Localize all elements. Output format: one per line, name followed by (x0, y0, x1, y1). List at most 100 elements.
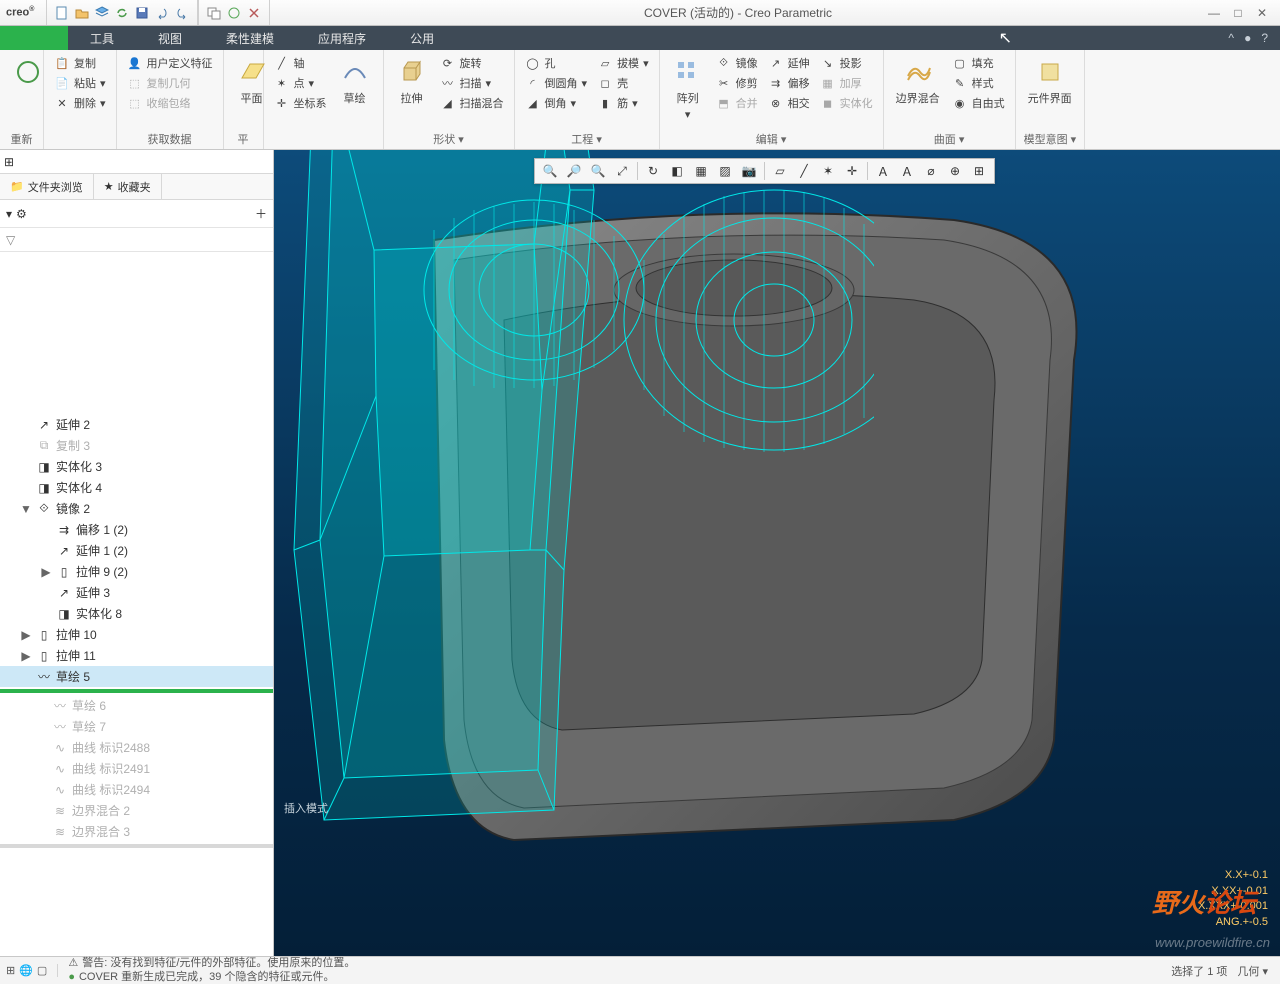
thicken-button[interactable]: ▦加厚 (818, 74, 875, 92)
tree-icon[interactable]: ⊞ (4, 155, 14, 169)
annot2-icon[interactable]: Ａ (896, 160, 918, 182)
component-button[interactable]: 元件界面 (1024, 54, 1076, 129)
tree-item[interactable]: ◨实体化 4 (0, 477, 273, 498)
revolve-button[interactable]: ⟳旋转 (438, 54, 506, 72)
tree-add-icon[interactable]: ＋ (255, 205, 267, 222)
tree-item[interactable]: ▶▯拉伸 11 (0, 645, 273, 666)
paste-button[interactable]: 📄粘贴 ▾ (52, 74, 108, 92)
offset-button[interactable]: ⇉偏移 (766, 74, 812, 92)
regen-icon[interactable] (113, 4, 131, 22)
extend-button[interactable]: ↗延伸 (766, 54, 812, 72)
tree-item[interactable]: ∿曲线 标识2491 (0, 758, 273, 779)
tree-item[interactable]: ▼⟐镜像 2 (0, 498, 273, 519)
tree-item[interactable]: 〰草绘 6 (0, 695, 273, 716)
filter-icon[interactable]: ▽ (6, 233, 15, 247)
maximize-icon[interactable]: □ (1230, 6, 1246, 20)
zoom-in-icon[interactable]: 🔎 (563, 160, 585, 182)
model-tree[interactable]: ↗延伸 2⧉复制 3◨实体化 3◨实体化 4▼⟐镜像 2⇉偏移 1 (2) ↗延伸… (0, 252, 273, 956)
refit-icon[interactable]: ⤢ (611, 160, 633, 182)
tree-item[interactable]: ⇉偏移 1 (2) (0, 519, 273, 540)
tree-item[interactable]: ▶▯拉伸 10 (0, 624, 273, 645)
draft-button[interactable]: ▱拔模 ▾ (595, 54, 651, 72)
hidden-icon[interactable]: ▨ (714, 160, 736, 182)
tree-item[interactable]: ↗延伸 2 (0, 414, 273, 435)
ribbon-tab[interactable]: 视图 (136, 26, 204, 50)
round-button[interactable]: ◜倒圆角 ▾ (523, 74, 590, 92)
mirror-button[interactable]: ⟐镜像 (714, 54, 760, 72)
copy-button[interactable]: 📋复制 (52, 54, 108, 72)
tree-settings-icon[interactable]: ⚙ (16, 207, 27, 221)
extrude-button[interactable]: 拉伸 (392, 54, 432, 129)
project-button[interactable]: ↘投影 (818, 54, 875, 72)
csys-button[interactable]: ✛坐标系 (272, 94, 329, 112)
status-globe-icon[interactable]: 🌐 (19, 964, 33, 977)
tab-favorites[interactable]: ★ 收藏夹 (94, 174, 162, 199)
annot4-icon[interactable]: ⊕ (944, 160, 966, 182)
ribbon-tab[interactable]: 公用 (388, 26, 456, 50)
fill-button[interactable]: ▢填充 (950, 54, 1007, 72)
chamfer-button[interactable]: ◢倒角 ▾ (523, 94, 590, 112)
zoom-fit-icon[interactable]: 🔍 (539, 160, 561, 182)
tree-item[interactable]: ≋边界混合 2 (0, 800, 273, 821)
merge-button[interactable]: ⬒合并 (714, 94, 760, 112)
delete-button[interactable]: ✕删除 ▾ (52, 94, 108, 112)
trim-button[interactable]: ✂修剪 (714, 74, 760, 92)
refresh-icon[interactable] (225, 4, 243, 22)
tree-menu-icon[interactable]: ▾ (6, 207, 12, 221)
tree-item[interactable]: ≋边界混合 3 (0, 821, 273, 842)
shell-button[interactable]: ◻壳 (595, 74, 651, 92)
intersect-button[interactable]: ⊗相交 (766, 94, 812, 112)
tree-item[interactable]: 〰草绘 7 (0, 716, 273, 737)
blend-button[interactable]: ◢扫描混合 (438, 94, 506, 112)
ribbon-tab[interactable]: 应用程序 (296, 26, 388, 50)
style-button[interactable]: ✎样式 (950, 74, 1007, 92)
selection-filter[interactable]: 几何 ▾ (1237, 963, 1268, 979)
datum-csys-icon[interactable]: ✛ (841, 160, 863, 182)
saved-view-icon[interactable]: 📷 (738, 160, 760, 182)
window-icon[interactable] (205, 4, 223, 22)
datum-point-icon[interactable]: ✶ (817, 160, 839, 182)
axis-button[interactable]: ╱轴 (272, 54, 329, 72)
freestyle-button[interactable]: ◉自由式 (950, 94, 1007, 112)
datum-axis-icon[interactable]: ╱ (793, 160, 815, 182)
datum-plane-icon[interactable]: ▱ (769, 160, 791, 182)
help-icon[interactable]: ? (1261, 31, 1268, 45)
shrinkwrap-button[interactable]: ⬚收缩包络 (125, 94, 215, 112)
tree-item[interactable]: ▶▯拉伸 9 (2) (0, 561, 273, 582)
boundary-button[interactable]: 边界混合 (892, 54, 944, 129)
annot-icon[interactable]: Ａ (872, 160, 894, 182)
rib-button[interactable]: ▮筋 ▾ (595, 94, 651, 112)
save-icon[interactable] (133, 4, 151, 22)
sketch-button[interactable]: 草绘 (335, 54, 375, 133)
tree-item[interactable]: ◨实体化 3 (0, 456, 273, 477)
minimize-icon[interactable]: — (1206, 6, 1222, 20)
tree-item[interactable]: ⧉复制 3 (0, 435, 273, 456)
open-icon[interactable] (73, 4, 91, 22)
wireframe-icon[interactable]: ▦ (690, 160, 712, 182)
collapse-ribbon-icon[interactable]: ^ (1228, 31, 1234, 45)
pattern-button[interactable]: 阵列▾ (668, 54, 708, 129)
shade-icon[interactable]: ◧ (666, 160, 688, 182)
udf-button[interactable]: 👤用户定义特征 (125, 54, 215, 72)
tree-item[interactable]: ∿曲线 标识2494 (0, 779, 273, 800)
layers-icon[interactable] (93, 4, 111, 22)
tree-item[interactable]: ∿曲线 标识2488 (0, 737, 273, 758)
hole-button[interactable]: ◯孔 (523, 54, 590, 72)
tree-item[interactable]: ◨实体化 8 (0, 603, 273, 624)
status-tree-icon[interactable]: ⊞ (6, 964, 15, 977)
point-button[interactable]: ✶点 ▾ (272, 74, 329, 92)
tree-item[interactable]: ↗延伸 3 (0, 582, 273, 603)
status-box-icon[interactable]: ▢ (37, 964, 47, 977)
tree-item[interactable]: 〰草绘 5 (0, 666, 273, 687)
file-tab[interactable] (0, 26, 68, 50)
close-window-icon[interactable] (245, 4, 263, 22)
new-icon[interactable] (53, 4, 71, 22)
undo-icon[interactable] (153, 4, 171, 22)
spin-icon[interactable]: ↻ (642, 160, 664, 182)
close-icon[interactable]: ✕ (1254, 6, 1270, 20)
redo-icon[interactable] (173, 4, 191, 22)
annot3-icon[interactable]: ⌀ (920, 160, 942, 182)
viewport[interactable]: 🔍 🔎 🔍 ⤢ ↻ ◧ ▦ ▨ 📷 ▱ ╱ ✶ ✛ Ａ Ａ ⌀ ⊕ ⊞ 插入模式… (274, 150, 1280, 956)
copy-geom-button[interactable]: ⬚复制几何 (125, 74, 215, 92)
solidify-button[interactable]: ◼实体化 (818, 94, 875, 112)
